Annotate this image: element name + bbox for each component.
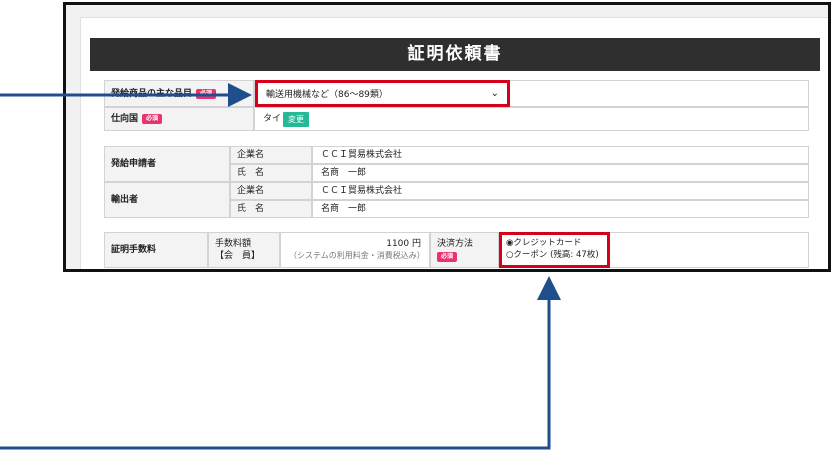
annotation-arrows [0,83,561,450]
arrow-to-payment-method [0,276,561,450]
